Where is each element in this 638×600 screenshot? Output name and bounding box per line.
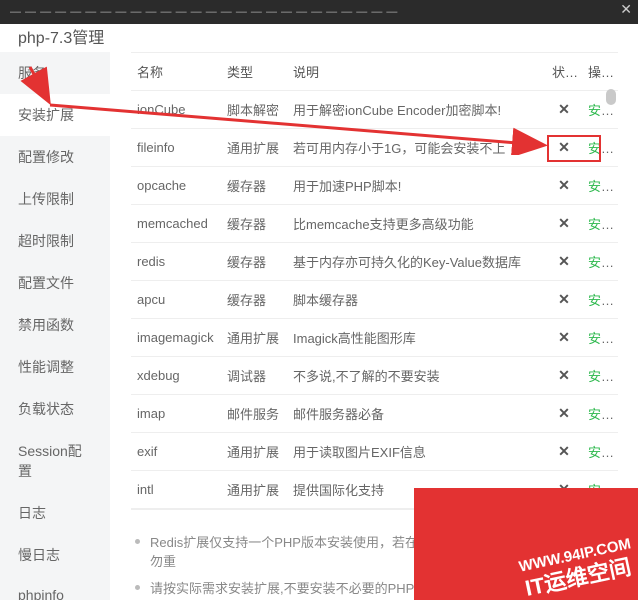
cell-name: xdebug (131, 357, 221, 395)
sidebar-item-5[interactable]: 配置文件 (0, 262, 110, 304)
table-row: intl通用扩展提供国际化支持✕安装 (131, 471, 618, 509)
install-button[interactable]: 安装 (582, 281, 618, 319)
cell-desc: 比memcache支持更多高级功能 (287, 205, 546, 243)
page-title: php-7.3管理 (0, 24, 638, 52)
status-not-installed-icon: ✕ (546, 243, 582, 281)
install-button[interactable]: 安装 (582, 205, 618, 243)
sidebar-item-7[interactable]: 性能调整 (0, 346, 110, 388)
cell-name: memcached (131, 205, 221, 243)
sidebar-item-11[interactable]: 慢日志 (0, 534, 110, 576)
table-row: imagemagick通用扩展Imagick高性能图形库✕安装 (131, 319, 618, 357)
cell-desc: 用于加速PHP脚本! (287, 167, 546, 205)
cell-desc: Imagick高性能图形库 (287, 319, 546, 357)
cell-desc: 脚本缓存器 (287, 281, 546, 319)
install-button[interactable]: 安装 (582, 357, 618, 395)
th-desc: 说明 (287, 53, 546, 91)
cell-name: opcache (131, 167, 221, 205)
cell-desc: 基于内存亦可持久化的Key-Value数据库 (287, 243, 546, 281)
status-not-installed-icon: ✕ (546, 167, 582, 205)
table-row: opcache缓存器用于加速PHP脚本!✕安装 (131, 167, 618, 205)
cell-type: 邮件服务 (221, 395, 287, 433)
install-button[interactable]: 安装 (582, 395, 618, 433)
install-button[interactable]: 安装 (582, 243, 618, 281)
th-status: 状态 (546, 53, 582, 91)
cell-desc: 不多说,不了解的不要安装 (287, 357, 546, 395)
cell-type: 通用扩展 (221, 129, 287, 167)
cell-type: 缓存器 (221, 205, 287, 243)
table-row: exif通用扩展用于读取图片EXIF信息✕安装 (131, 433, 618, 471)
extensions-table-wrap: 名称 类型 说明 状态 操作 ionCube脚本解密用于解密ionCube En… (131, 52, 618, 510)
cell-type: 通用扩展 (221, 471, 287, 509)
sidebar-item-8[interactable]: 负载状态 (0, 388, 110, 430)
table-row: xdebug调试器不多说,不了解的不要安装✕安装 (131, 357, 618, 395)
status-not-installed-icon: ✕ (546, 129, 582, 167)
sidebar: 服务安装扩展配置修改上传限制超时限制配置文件禁用函数性能调整负载状态Sessio… (0, 52, 111, 600)
cell-desc: 用于读取图片EXIF信息 (287, 433, 546, 471)
extensions-table: 名称 类型 说明 状态 操作 ionCube脚本解密用于解密ionCube En… (131, 53, 618, 509)
close-icon[interactable]: ✕ (620, 2, 632, 16)
sidebar-item-2[interactable]: 配置修改 (0, 136, 110, 178)
scrollbar-hint-icon (606, 511, 616, 527)
table-row: redis缓存器基于内存亦可持久化的Key-Value数据库✕安装 (131, 243, 618, 281)
sidebar-item-9[interactable]: Session配置 (0, 430, 110, 492)
th-type: 类型 (221, 53, 287, 91)
install-button[interactable]: 安装 (582, 167, 618, 205)
table-row: fileinfo通用扩展若可用内存小于1G，可能会安装不上✕安装 (131, 129, 618, 167)
install-button[interactable]: 安装 (582, 433, 618, 471)
cell-desc: 若可用内存小于1G，可能会安装不上 (287, 129, 546, 167)
status-not-installed-icon: ✕ (546, 395, 582, 433)
status-not-installed-icon: ✕ (546, 91, 582, 129)
sidebar-item-10[interactable]: 日志 (0, 492, 110, 534)
status-not-installed-icon: ✕ (546, 471, 582, 509)
cell-type: 缓存器 (221, 167, 287, 205)
cell-name: exif (131, 433, 221, 471)
sidebar-item-0[interactable]: 服务 (0, 52, 110, 94)
cell-name: intl (131, 471, 221, 509)
topbar-text: — — — — — — — — — — — — — — — — — — — — … (10, 6, 398, 18)
window-topbar: — — — — — — — — — — — — — — — — — — — — … (0, 0, 638, 24)
cell-desc: 用于解密ionCube Encoder加密脚本! (287, 91, 546, 129)
sidebar-item-1[interactable]: 安装扩展 (0, 94, 110, 136)
table-row: imap邮件服务邮件服务器必备✕安装 (131, 395, 618, 433)
cell-desc: 邮件服务器必备 (287, 395, 546, 433)
table-row: ionCube脚本解密用于解密ionCube Encoder加密脚本!✕安装 (131, 91, 618, 129)
install-button[interactable]: 安装 (582, 129, 618, 167)
cell-type: 通用扩展 (221, 433, 287, 471)
note-line: 请按实际需求安装扩展,不要安装不必要的PHP扩展,这会影响PHP执行效率,甚 (131, 574, 618, 600)
sidebar-item-12[interactable]: phpinfo (0, 576, 110, 600)
cell-type: 通用扩展 (221, 319, 287, 357)
status-not-installed-icon: ✕ (546, 281, 582, 319)
sidebar-item-6[interactable]: 禁用函数 (0, 304, 110, 346)
notes: Redis扩展仅支持一个PHP版本安装使用，若在其它PHP版本已安装redis扩… (131, 528, 618, 600)
th-name: 名称 (131, 53, 221, 91)
cell-name: ionCube (131, 91, 221, 129)
cell-type: 调试器 (221, 357, 287, 395)
scrollbar-hint-icon (606, 89, 616, 105)
install-button[interactable]: 安装 (582, 319, 618, 357)
status-not-installed-icon: ✕ (546, 319, 582, 357)
cell-desc: 提供国际化支持 (287, 471, 546, 509)
cell-type: 脚本解密 (221, 91, 287, 129)
cell-name: imagemagick (131, 319, 221, 357)
status-not-installed-icon: ✕ (546, 433, 582, 471)
body: 服务安装扩展配置修改上传限制超时限制配置文件禁用函数性能调整负载状态Sessio… (0, 52, 638, 600)
sidebar-item-3[interactable]: 上传限制 (0, 178, 110, 220)
cell-name: apcu (131, 281, 221, 319)
cell-name: fileinfo (131, 129, 221, 167)
sidebar-item-4[interactable]: 超时限制 (0, 220, 110, 262)
status-not-installed-icon: ✕ (546, 205, 582, 243)
cell-name: imap (131, 395, 221, 433)
table-row: apcu缓存器脚本缓存器✕安装 (131, 281, 618, 319)
status-not-installed-icon: ✕ (546, 357, 582, 395)
cell-name: redis (131, 243, 221, 281)
app-window: — — — — — — — — — — — — — — — — — — — — … (0, 0, 638, 600)
cell-type: 缓存器 (221, 243, 287, 281)
th-op: 操作 (582, 53, 618, 91)
cell-type: 缓存器 (221, 281, 287, 319)
install-button[interactable]: 安装 (582, 471, 618, 509)
note-line: Redis扩展仅支持一个PHP版本安装使用，若在其它PHP版本已安装redis扩… (131, 528, 618, 574)
table-row: memcached缓存器比memcache支持更多高级功能✕安装 (131, 205, 618, 243)
main-panel: 名称 类型 说明 状态 操作 ionCube脚本解密用于解密ionCube En… (111, 52, 638, 600)
